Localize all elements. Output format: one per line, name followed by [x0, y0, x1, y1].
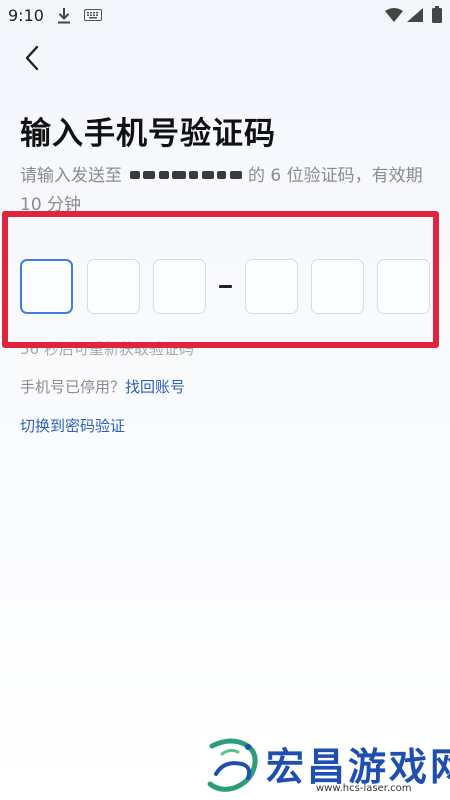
watermark: 宏昌游戏网 www.hcs-laser.com [200, 732, 450, 800]
status-time: 9:10 [8, 6, 44, 25]
code-digit-4[interactable] [245, 259, 298, 314]
status-bar: 9:10 [0, 0, 450, 32]
recover-account-link[interactable]: 找回账号 [125, 378, 185, 396]
code-digit-2[interactable] [87, 259, 140, 314]
resend-countdown: 56 秒后可重新获取验证码 [20, 340, 194, 358]
masked-phone-number [126, 168, 244, 182]
code-digit-1[interactable] [20, 259, 73, 314]
code-digit-6[interactable] [377, 259, 430, 314]
switch-to-password-link[interactable]: 切换到密码验证 [20, 415, 125, 436]
dragon-logo-icon [207, 738, 258, 792]
phone-disabled-row: 手机号已停用？找回账号 [20, 376, 185, 397]
battery-icon [432, 6, 442, 23]
page-title: 输入手机号验证码 [20, 116, 276, 152]
wifi-icon [385, 8, 403, 22]
code-separator [219, 285, 232, 288]
phone-disabled-label: 手机号已停用？ [20, 378, 126, 396]
back-button[interactable] [20, 42, 48, 74]
watermark-url: www.hcs-laser.com [316, 783, 412, 794]
chevron-left-icon [25, 45, 39, 71]
signal-icon [407, 8, 423, 22]
instruction-text: 请输入发送至的 6 位验证码，有效期 10 分钟 [20, 162, 430, 220]
keyboard-icon [84, 9, 102, 21]
download-icon [58, 8, 70, 24]
instruction-prefix: 请输入发送至 [20, 166, 122, 186]
code-digit-3[interactable] [153, 259, 206, 314]
code-digit-5[interactable] [311, 259, 364, 314]
